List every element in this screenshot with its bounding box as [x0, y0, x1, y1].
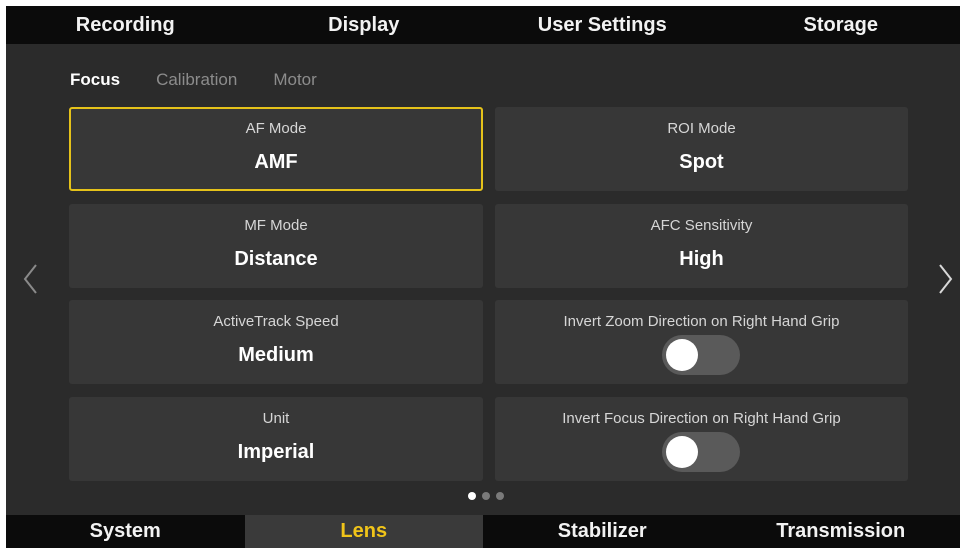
tab-display[interactable]: Display	[245, 6, 484, 44]
roi-mode-card[interactable]: ROI Mode Spot	[495, 107, 908, 191]
unit-card[interactable]: Unit Imperial	[69, 397, 483, 481]
sub-tab-calibration[interactable]: Calibration	[156, 70, 237, 90]
tab-transmission[interactable]: Transmission	[722, 515, 960, 548]
toggle-knob	[666, 339, 698, 371]
invert-focus-label: Invert Focus Direction on Right Hand Gri…	[562, 410, 841, 427]
invert-zoom-toggle[interactable]	[662, 335, 740, 375]
page-dot-2	[482, 492, 490, 500]
tab-storage[interactable]: Storage	[722, 6, 960, 44]
unit-value: Imperial	[237, 441, 315, 463]
afc-sensitivity-card[interactable]: AFC Sensitivity High	[495, 204, 908, 288]
tab-user-settings[interactable]: User Settings	[483, 6, 722, 44]
tab-system[interactable]: System	[6, 515, 245, 548]
lens-sub-tabs: Focus Calibration Motor	[70, 70, 317, 90]
sub-tab-focus[interactable]: Focus	[70, 70, 120, 90]
roi-mode-label: ROI Mode	[667, 120, 736, 137]
tab-recording[interactable]: Recording	[6, 6, 245, 44]
page-dot-1	[468, 492, 476, 500]
invert-focus-card: Invert Focus Direction on Right Hand Gri…	[495, 397, 908, 481]
af-mode-value: AMF	[254, 151, 298, 173]
camera-settings-screen: Recording Display User Settings Storage …	[6, 6, 960, 548]
sub-tab-motor[interactable]: Motor	[273, 70, 316, 90]
toggle-knob	[666, 436, 698, 468]
page-dot-3	[496, 492, 504, 500]
unit-label: Unit	[262, 410, 290, 427]
invert-zoom-card: Invert Zoom Direction on Right Hand Grip	[495, 300, 908, 384]
mf-mode-value: Distance	[234, 248, 318, 270]
top-tab-bar: Recording Display User Settings Storage	[6, 6, 960, 44]
afc-sensitivity-label: AFC Sensitivity	[650, 217, 753, 234]
mf-mode-label: MF Mode	[244, 217, 308, 234]
af-mode-card[interactable]: AF Mode AMF	[69, 107, 483, 191]
invert-focus-toggle[interactable]	[662, 432, 740, 472]
bottom-tab-bar: System Lens Stabilizer Transmission	[6, 515, 960, 548]
mf-mode-card[interactable]: MF Mode Distance	[69, 204, 483, 288]
invert-zoom-label: Invert Zoom Direction on Right Hand Grip	[563, 313, 840, 330]
activetrack-speed-value: Medium	[238, 344, 314, 366]
activetrack-speed-label: ActiveTrack Speed	[213, 313, 339, 330]
chevron-left-icon[interactable]	[20, 262, 42, 296]
tab-stabilizer[interactable]: Stabilizer	[483, 515, 722, 548]
activetrack-speed-card[interactable]: ActiveTrack Speed Medium	[69, 300, 483, 384]
af-mode-label: AF Mode	[245, 120, 307, 137]
roi-mode-value: Spot	[679, 151, 724, 173]
chevron-right-icon[interactable]	[934, 262, 956, 296]
page-indicator	[468, 492, 504, 500]
tab-lens[interactable]: Lens	[244, 515, 483, 548]
afc-sensitivity-value: High	[679, 248, 724, 270]
